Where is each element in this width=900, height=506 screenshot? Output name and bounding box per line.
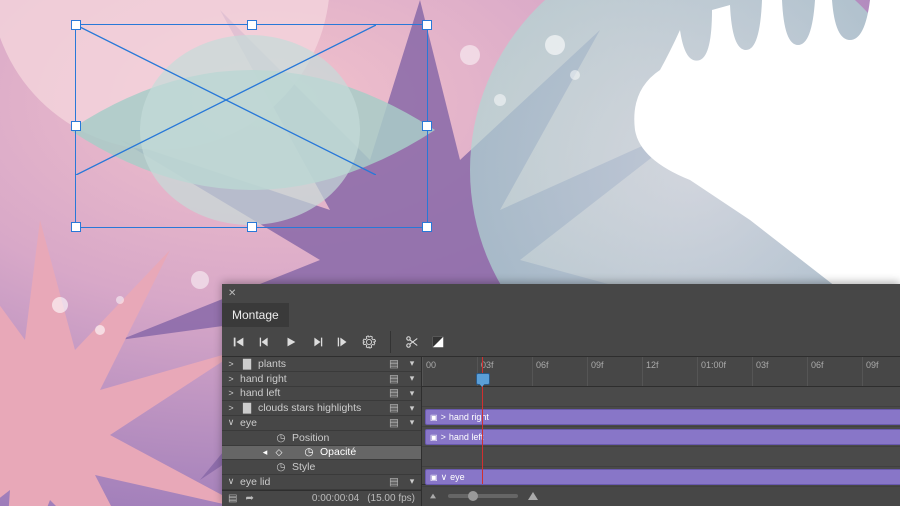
track-row-handright[interactable]: > hand right ▤ ▾ bbox=[222, 372, 421, 387]
clip-icon: ▣ bbox=[430, 413, 438, 422]
ruler-tick: 09f bbox=[587, 357, 607, 386]
lane[interactable] bbox=[422, 387, 900, 407]
track-footer: ▤ ➦ 0:00:00:04 (15.00 fps) bbox=[222, 490, 421, 506]
track-row-style[interactable]: ◷ Style bbox=[222, 460, 421, 475]
track-list: > ▇ plants ▤ ▾ > hand right ▤ ▾ > hand left ▤ ▾ > ▇ clo… bbox=[222, 357, 422, 506]
clip-chevron-icon: > bbox=[441, 412, 446, 422]
expand-chevron-icon[interactable]: > bbox=[226, 403, 236, 413]
play-icon[interactable] bbox=[280, 331, 302, 353]
track-label: Style bbox=[292, 461, 417, 473]
track-label: hand right bbox=[240, 373, 385, 385]
clip-hand-right[interactable]: ▣>hand right bbox=[425, 409, 900, 425]
clip-icon: ▣ bbox=[430, 433, 438, 442]
zoom-slider[interactable] bbox=[448, 494, 518, 498]
panel-close-icon[interactable]: ✕ bbox=[222, 284, 900, 303]
handle-ne[interactable] bbox=[422, 20, 432, 30]
track-label: eye lid bbox=[240, 476, 385, 488]
scissors-icon[interactable] bbox=[401, 331, 423, 353]
clip-label: eye bbox=[450, 472, 465, 482]
settings-gear-icon[interactable] bbox=[358, 331, 380, 353]
share-icon[interactable]: ➦ bbox=[245, 493, 253, 504]
timeline-panel: ✕ Montage >▇plants▤▾>hand right▤▾>hand l… bbox=[222, 284, 900, 506]
expand-chevron-icon[interactable]: > bbox=[226, 359, 236, 369]
track-row-handleft[interactable]: > hand left ▤ ▾ bbox=[222, 387, 421, 402]
selection-bounding-box[interactable] bbox=[75, 24, 428, 228]
ruler-tick: 06f bbox=[807, 357, 827, 386]
handle-n[interactable] bbox=[247, 20, 257, 30]
track-menu-icon[interactable]: ▾ bbox=[407, 417, 417, 428]
prev-key-icon[interactable]: ◂ bbox=[260, 447, 270, 458]
track-menu-icon[interactable]: ▾ bbox=[407, 388, 417, 399]
timecode[interactable]: 0:00:00:04 bbox=[312, 493, 359, 504]
film-icon[interactable]: ▤ bbox=[389, 387, 403, 399]
zoom-out-icon[interactable] bbox=[430, 493, 436, 498]
clip-eye[interactable]: ▣∨eye bbox=[425, 469, 900, 485]
next-frame-icon[interactable] bbox=[306, 331, 328, 353]
handle-sw[interactable] bbox=[71, 222, 81, 232]
clip-hand-left[interactable]: ▣>hand left bbox=[425, 429, 900, 445]
clip-icon: ▣ bbox=[430, 473, 438, 482]
track-label: Position bbox=[292, 432, 417, 444]
prev-frame-icon[interactable] bbox=[254, 331, 276, 353]
track-row-eyelid[interactable]: ∨ eye lid ▤ ▾ bbox=[222, 475, 421, 490]
stopwatch-icon[interactable]: ◷ bbox=[274, 432, 288, 444]
timeline-lanes[interactable]: ▣>hand right▣>hand left▣∨eye▣∨eye lid bbox=[422, 387, 900, 484]
film-icon[interactable]: ▤ bbox=[389, 476, 403, 488]
timeline-toolbar bbox=[222, 327, 900, 357]
ruler-tick: 12f bbox=[642, 357, 662, 386]
ruler-tick: 01:00f bbox=[697, 357, 729, 386]
key-diamond-icon[interactable]: ◇ bbox=[274, 447, 284, 458]
track-row-clouds[interactable]: > ▇ clouds stars highlights ▤ ▾ bbox=[222, 401, 421, 416]
track-row-position[interactable]: ◷ Position bbox=[222, 431, 421, 446]
handle-se[interactable] bbox=[422, 222, 432, 232]
expand-chevron-icon[interactable]: > bbox=[226, 388, 236, 398]
film-icon[interactable]: ▤ bbox=[389, 358, 403, 370]
ruler-tick: 06f bbox=[532, 357, 552, 386]
stopwatch-icon[interactable]: ◷ bbox=[302, 446, 316, 458]
expand-chevron-icon[interactable]: ∨ bbox=[226, 417, 236, 428]
expand-chevron-icon[interactable]: > bbox=[226, 374, 236, 384]
ruler-tick: 00 bbox=[422, 357, 439, 386]
folder-icon: ▇ bbox=[240, 402, 254, 414]
goto-start-icon[interactable] bbox=[228, 331, 250, 353]
timeline-ruler[interactable]: 0003f06f09f12f01:00f03f06f09f12f bbox=[422, 357, 900, 387]
bbox-diagonals bbox=[76, 25, 376, 175]
handle-e[interactable] bbox=[422, 121, 432, 131]
track-label: plants bbox=[258, 358, 385, 370]
stopwatch-icon[interactable]: ◷ bbox=[274, 461, 288, 473]
lane[interactable] bbox=[422, 447, 900, 467]
track-label: eye bbox=[240, 417, 385, 429]
folder-icon: ▇ bbox=[240, 358, 254, 370]
track-row-opacite[interactable]: ◂ ◇ ◷ Opacité bbox=[222, 446, 421, 461]
contrast-icon[interactable] bbox=[427, 331, 449, 353]
track-menu-icon[interactable]: ▾ bbox=[407, 476, 417, 487]
handle-nw[interactable] bbox=[71, 20, 81, 30]
clip-chevron-icon: ∨ bbox=[441, 472, 448, 483]
clip-label: hand left bbox=[449, 432, 484, 442]
track-label: Opacité bbox=[320, 446, 417, 458]
track-menu-icon[interactable]: ▾ bbox=[407, 358, 417, 369]
track-row-plants[interactable]: > ▇ plants ▤ ▾ bbox=[222, 357, 421, 372]
ruler-tick: 03f bbox=[752, 357, 772, 386]
expand-chevron-icon[interactable]: ∨ bbox=[226, 476, 236, 487]
footer-menu-icon[interactable]: ▤ bbox=[228, 493, 237, 504]
film-icon[interactable]: ▤ bbox=[389, 373, 403, 385]
track-label: clouds stars highlights bbox=[258, 402, 385, 414]
playhead[interactable] bbox=[482, 357, 483, 484]
film-icon[interactable]: ▤ bbox=[389, 402, 403, 414]
handle-s[interactable] bbox=[247, 222, 257, 232]
goto-end-icon[interactable] bbox=[332, 331, 354, 353]
track-row-eye[interactable]: ∨ eye ▤ ▾ bbox=[222, 416, 421, 431]
ruler-tick: 09f bbox=[862, 357, 882, 386]
clip-chevron-icon: > bbox=[441, 432, 446, 442]
panel-title-tab[interactable]: Montage bbox=[222, 303, 289, 327]
track-menu-icon[interactable]: ▾ bbox=[407, 403, 417, 414]
film-icon[interactable]: ▤ bbox=[389, 417, 403, 429]
track-label: hand left bbox=[240, 387, 385, 399]
handle-w[interactable] bbox=[71, 121, 81, 131]
fps-label: (15.00 fps) bbox=[367, 493, 415, 504]
track-menu-icon[interactable]: ▾ bbox=[407, 373, 417, 384]
timeline-ruler-area[interactable]: 0003f06f09f12f01:00f03f06f09f12f ▣>hand … bbox=[422, 357, 900, 506]
